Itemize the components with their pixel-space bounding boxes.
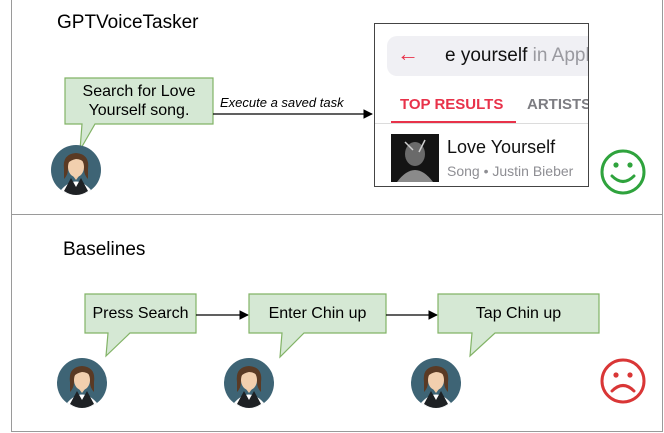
step-bubble: Press Search <box>92 305 189 322</box>
tab-artists[interactable]: ARTISTS <box>527 96 588 113</box>
user-avatar-icon <box>57 358 107 408</box>
step-bubble: Enter Chin up <box>268 305 367 322</box>
user-avatar-icon <box>224 358 274 408</box>
command-line-1: Search for Love <box>82 83 196 100</box>
command-line-2: Yourself song. <box>88 102 190 119</box>
step-bubble: Tap Chin up <box>475 305 562 322</box>
baselines-title: Baselines <box>63 239 146 260</box>
sad-face-icon <box>600 358 646 404</box>
song-title[interactable]: Love Yourself <box>447 137 555 158</box>
user-avatar-icon <box>411 358 461 408</box>
back-arrow-icon[interactable]: ← <box>397 41 419 67</box>
happy-face-icon <box>600 149 646 195</box>
song-subtitle: Song • Justin Bieber <box>447 163 574 179</box>
execute-task-label: Execute a saved task <box>220 95 344 110</box>
tab-top-results[interactable]: TOP RESULTS <box>400 96 503 113</box>
command-bubble: Search for Love Yourself song. <box>65 82 213 120</box>
apple-music-screenshot: ← e yourself in Apple TOP RESULTS ARTIST… <box>374 23 589 187</box>
album-art[interactable] <box>391 134 439 182</box>
search-query: e yourself in Apple <box>445 45 588 66</box>
user-avatar-icon <box>51 145 101 195</box>
search-bar[interactable]: ← e yourself in Apple <box>387 36 588 76</box>
tab-divider <box>375 123 588 124</box>
